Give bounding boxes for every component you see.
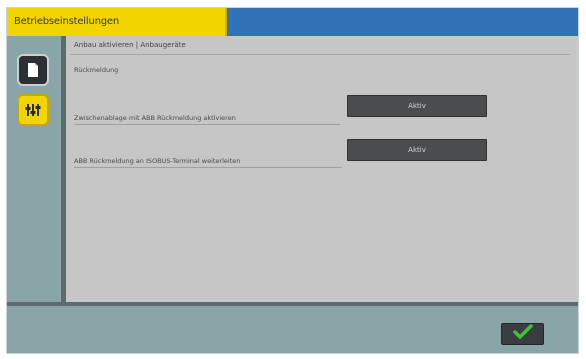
breadcrumb-divider <box>70 54 570 55</box>
checkmark-icon <box>512 324 533 344</box>
sliders-icon <box>24 102 42 118</box>
setting-label-1: Zwischenablage mit ABB Rückmeldung aktiv… <box>74 114 340 125</box>
title-bar: Betriebseinstellungen <box>7 8 578 36</box>
main-panel: Anbau aktivieren | Anbaugeräte Rückmeldu… <box>66 36 578 302</box>
sidebar <box>7 36 61 302</box>
sidebar-item-settings[interactable] <box>17 94 49 126</box>
document-icon <box>26 62 40 78</box>
setting-label-2: ABB Rückmeldung an ISOBUS-Terminal weite… <box>74 157 342 168</box>
footer-divider <box>7 302 578 306</box>
setting-button-1[interactable]: Aktiv <box>347 95 487 117</box>
confirm-button[interactable] <box>501 323 544 345</box>
window-title: Betriebseinstellungen <box>7 8 227 36</box>
breadcrumb: Anbau aktivieren | Anbaugeräte <box>74 41 186 49</box>
app-window: Betriebseinstellungen Anbau aktivieren |… <box>7 8 578 353</box>
sidebar-item-documents[interactable] <box>17 54 49 86</box>
setting-button-2[interactable]: Aktiv <box>347 139 487 161</box>
section-label: Rückmeldung <box>74 66 119 74</box>
footer-bar <box>7 302 578 353</box>
